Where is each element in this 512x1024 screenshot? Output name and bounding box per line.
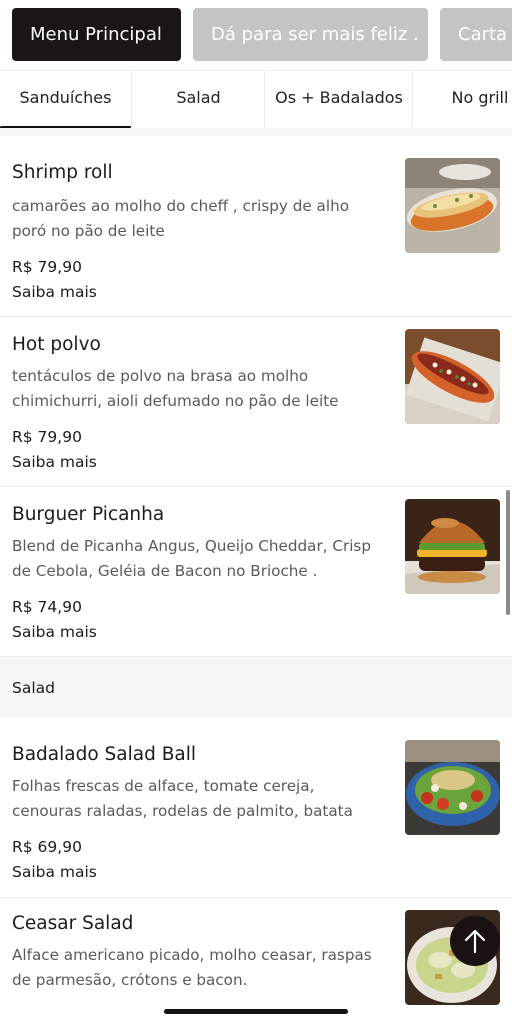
item-description: Folhas frescas de alface, tomate cereja,… bbox=[12, 777, 353, 820]
menu-item[interactable]: Ceasar Salad Alface americano picado, mo… bbox=[0, 899, 512, 1024]
salad-ball-photo[interactable] bbox=[405, 740, 500, 835]
menu-tabs: Menu Principal Dá para ser mais feliz . … bbox=[0, 0, 512, 70]
menu-tab-carta[interactable]: Carta de bbox=[440, 8, 512, 61]
tab-label: No grill bbox=[451, 88, 509, 107]
item-name: Ceasar Salad bbox=[12, 913, 134, 934]
item-name: Badalado Salad Ball bbox=[12, 744, 197, 765]
tab-label: Salad bbox=[176, 88, 221, 107]
burger-photo[interactable] bbox=[405, 499, 500, 594]
tab-os-badalados[interactable]: Os + Badalados bbox=[266, 71, 413, 127]
section-header-salad: Salad bbox=[0, 658, 512, 718]
back-to-top-button[interactable] bbox=[450, 916, 500, 966]
tab-label: Sanduíches bbox=[19, 88, 112, 107]
menu-tab-feliz[interactable]: Dá para ser mais feliz . bbox=[193, 8, 428, 61]
menu-tab-principal[interactable]: Menu Principal bbox=[12, 8, 181, 61]
arrow-up-icon bbox=[464, 929, 486, 954]
saiba-mais-link[interactable]: Saiba mais bbox=[12, 283, 97, 301]
item-price: R$ 69,90 bbox=[12, 838, 82, 856]
category-tabs: Sanduíches Salad Os + Badalados No grill bbox=[0, 70, 512, 128]
divider bbox=[0, 128, 512, 136]
menu-tab-label: Carta de bbox=[458, 24, 512, 45]
menu-tab-label: Menu Principal bbox=[30, 24, 162, 45]
scrollbar[interactable] bbox=[506, 490, 510, 615]
tab-label: Os + Badalados bbox=[275, 88, 403, 107]
menu-item[interactable]: Hot polvo tentáculos de polvo na brasa a… bbox=[0, 318, 512, 487]
saiba-mais-link[interactable]: Saiba mais bbox=[12, 623, 97, 641]
item-description: camarões ao molho do cheff , crispy de a… bbox=[12, 197, 349, 240]
tab-salad[interactable]: Salad bbox=[133, 71, 265, 127]
item-name: Burguer Picanha bbox=[12, 504, 165, 525]
item-description: Alface americano picado, molho ceasar, r… bbox=[12, 946, 372, 989]
menu-item[interactable]: Badalado Salad Ball Folhas frescas de al… bbox=[0, 718, 512, 898]
tab-sanduiches[interactable]: Sanduíches bbox=[0, 71, 132, 128]
item-price: R$ 79,90 bbox=[12, 428, 82, 446]
saiba-mais-link[interactable]: Saiba mais bbox=[12, 453, 97, 471]
home-indicator bbox=[164, 1009, 348, 1014]
menu-tab-label: Dá para ser mais feliz . bbox=[211, 24, 419, 45]
item-name: Shrimp roll bbox=[12, 162, 113, 183]
hot-polvo-photo[interactable] bbox=[405, 329, 500, 424]
menu-item[interactable]: Burguer Picanha Blend de Picanha Angus, … bbox=[0, 488, 512, 657]
menu-item[interactable]: Shrimp roll camarões ao molho do cheff ,… bbox=[0, 136, 512, 317]
item-description: Blend de Picanha Angus, Queijo Cheddar, … bbox=[12, 537, 371, 580]
item-price: R$ 74,90 bbox=[12, 598, 82, 616]
shrimp-roll-photo[interactable] bbox=[405, 158, 500, 253]
item-name: Hot polvo bbox=[12, 334, 101, 355]
saiba-mais-link[interactable]: Saiba mais bbox=[12, 863, 97, 881]
item-description: tentáculos de polvo na brasa ao molho ch… bbox=[12, 367, 339, 410]
tab-no-grill[interactable]: No grill bbox=[414, 71, 512, 127]
item-price: R$ 79,90 bbox=[12, 258, 82, 276]
